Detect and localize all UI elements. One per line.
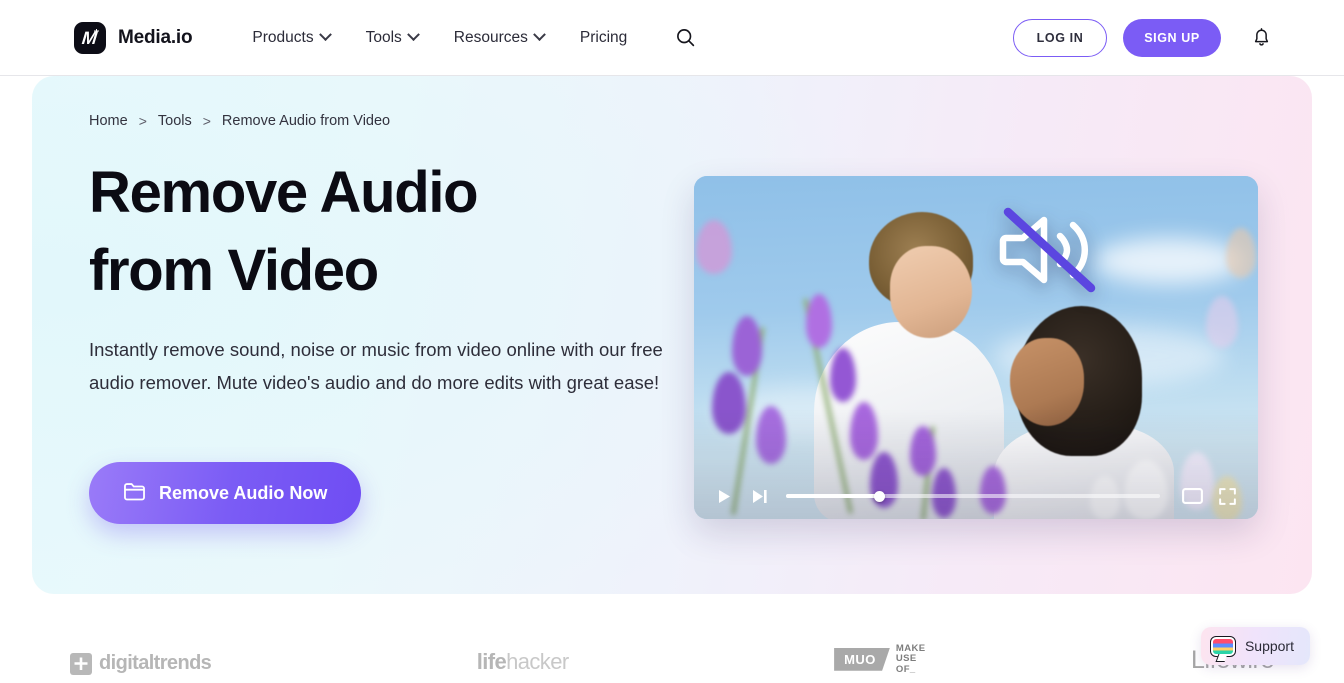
signup-button[interactable]: SIGN UP: [1123, 18, 1221, 57]
nav-links: Products Tools Resources Pricing: [234, 21, 645, 55]
cloud: [1094, 238, 1244, 284]
logo-lifehacker-light: hacker: [506, 649, 569, 674]
logo-makeuseof: MUO MAKE USE OF_: [834, 643, 926, 676]
page-title-line-2: from Video: [89, 238, 379, 303]
remove-audio-now-button[interactable]: Remove Audio Now: [89, 462, 362, 524]
video-progress-filled: [786, 494, 880, 498]
nav-item-pricing[interactable]: Pricing: [562, 21, 645, 55]
chat-bubble-icon: [1209, 635, 1236, 657]
person-left-face: [890, 246, 972, 338]
support-chat-button[interactable]: Support: [1200, 627, 1310, 665]
folder-icon: [123, 481, 146, 506]
chat-bubble-stripes: [1212, 638, 1233, 654]
video-progress-slider[interactable]: [786, 490, 1160, 502]
logo-makeuseof-label: MAKE USE OF_: [895, 643, 926, 676]
picture-in-picture-icon[interactable]: [1182, 488, 1203, 504]
nav-item-tools[interactable]: Tools: [348, 21, 436, 55]
nav-actions: LOG IN SIGN UP: [1013, 18, 1272, 57]
breadcrumb-item-current: Remove Audio from Video: [221, 113, 391, 129]
bell-icon[interactable]: [1251, 27, 1272, 49]
speaker-muted-icon: [994, 198, 1104, 302]
video-progress-handle[interactable]: [874, 490, 885, 502]
press-logo-strip: digitaltrends life hacker MUO MAKE USE OF…: [0, 594, 1344, 683]
nav-item-resources-label: Resources: [453, 28, 528, 46]
video-controls-bar: [694, 473, 1258, 519]
hero-subtitle: Instantly remove sound, noise or music f…: [89, 339, 663, 393]
login-button[interactable]: LOG IN: [1013, 18, 1107, 57]
nav-item-resources[interactable]: Resources: [436, 21, 562, 55]
logo-makeuseof-line-2: USE: [895, 653, 917, 664]
logo-digitaltrends: digitaltrends: [70, 652, 212, 675]
breadcrumb: Home > Tools > Remove Audio from Video: [89, 113, 390, 129]
skip-next-icon[interactable]: [753, 489, 767, 504]
breadcrumb-item-tools[interactable]: Tools: [158, 113, 192, 129]
play-icon[interactable]: [718, 489, 731, 504]
logo-lifehacker-bold: life: [476, 649, 507, 674]
nav-item-pricing-label: Pricing: [579, 28, 628, 46]
hero-section-wrapper: Home > Tools > Remove Audio from Video R…: [0, 76, 1344, 594]
page-title: Remove Audio from Video: [89, 154, 479, 310]
logo-makeuseof-line-3: OF_: [895, 663, 916, 675]
video-preview-player[interactable]: [694, 176, 1258, 519]
nav-item-tools-label: Tools: [365, 28, 402, 46]
logo-lifehacker: life hacker: [477, 649, 569, 675]
video-thumbnail: [694, 176, 1258, 519]
digitaltrends-mark-icon: [70, 652, 92, 675]
press-logo-row: digitaltrends life hacker MUO MAKE USE OF…: [70, 643, 1274, 676]
brand-logo[interactable]: M Media.io: [74, 21, 193, 54]
support-label: Support: [1244, 638, 1294, 654]
nav-item-products-label: Products: [252, 28, 314, 46]
top-navigation-bar: M Media.io Products Tools Resources Pric…: [0, 0, 1344, 76]
logo-digitaltrends-label: digitaltrends: [99, 652, 212, 674]
breadcrumb-item-home[interactable]: Home: [89, 113, 128, 129]
nav-item-products[interactable]: Products: [234, 21, 347, 55]
breadcrumb-separator: >: [202, 113, 211, 129]
page-title-line-1: Remove Audio: [89, 160, 479, 225]
breadcrumb-separator: >: [138, 113, 147, 129]
search-icon[interactable]: [675, 27, 696, 48]
makeuseof-mark-icon: MUO: [834, 647, 890, 671]
brand-name: Media.io: [118, 26, 193, 48]
remove-audio-now-label: Remove Audio Now: [159, 482, 328, 503]
chevron-down-icon: [406, 28, 420, 42]
chevron-down-icon: [533, 28, 546, 42]
hero-section: Home > Tools > Remove Audio from Video R…: [32, 76, 1312, 594]
chevron-down-icon: [318, 28, 332, 42]
mediaio-logo-icon: M: [74, 21, 106, 54]
fullscreen-icon[interactable]: [1219, 487, 1236, 505]
